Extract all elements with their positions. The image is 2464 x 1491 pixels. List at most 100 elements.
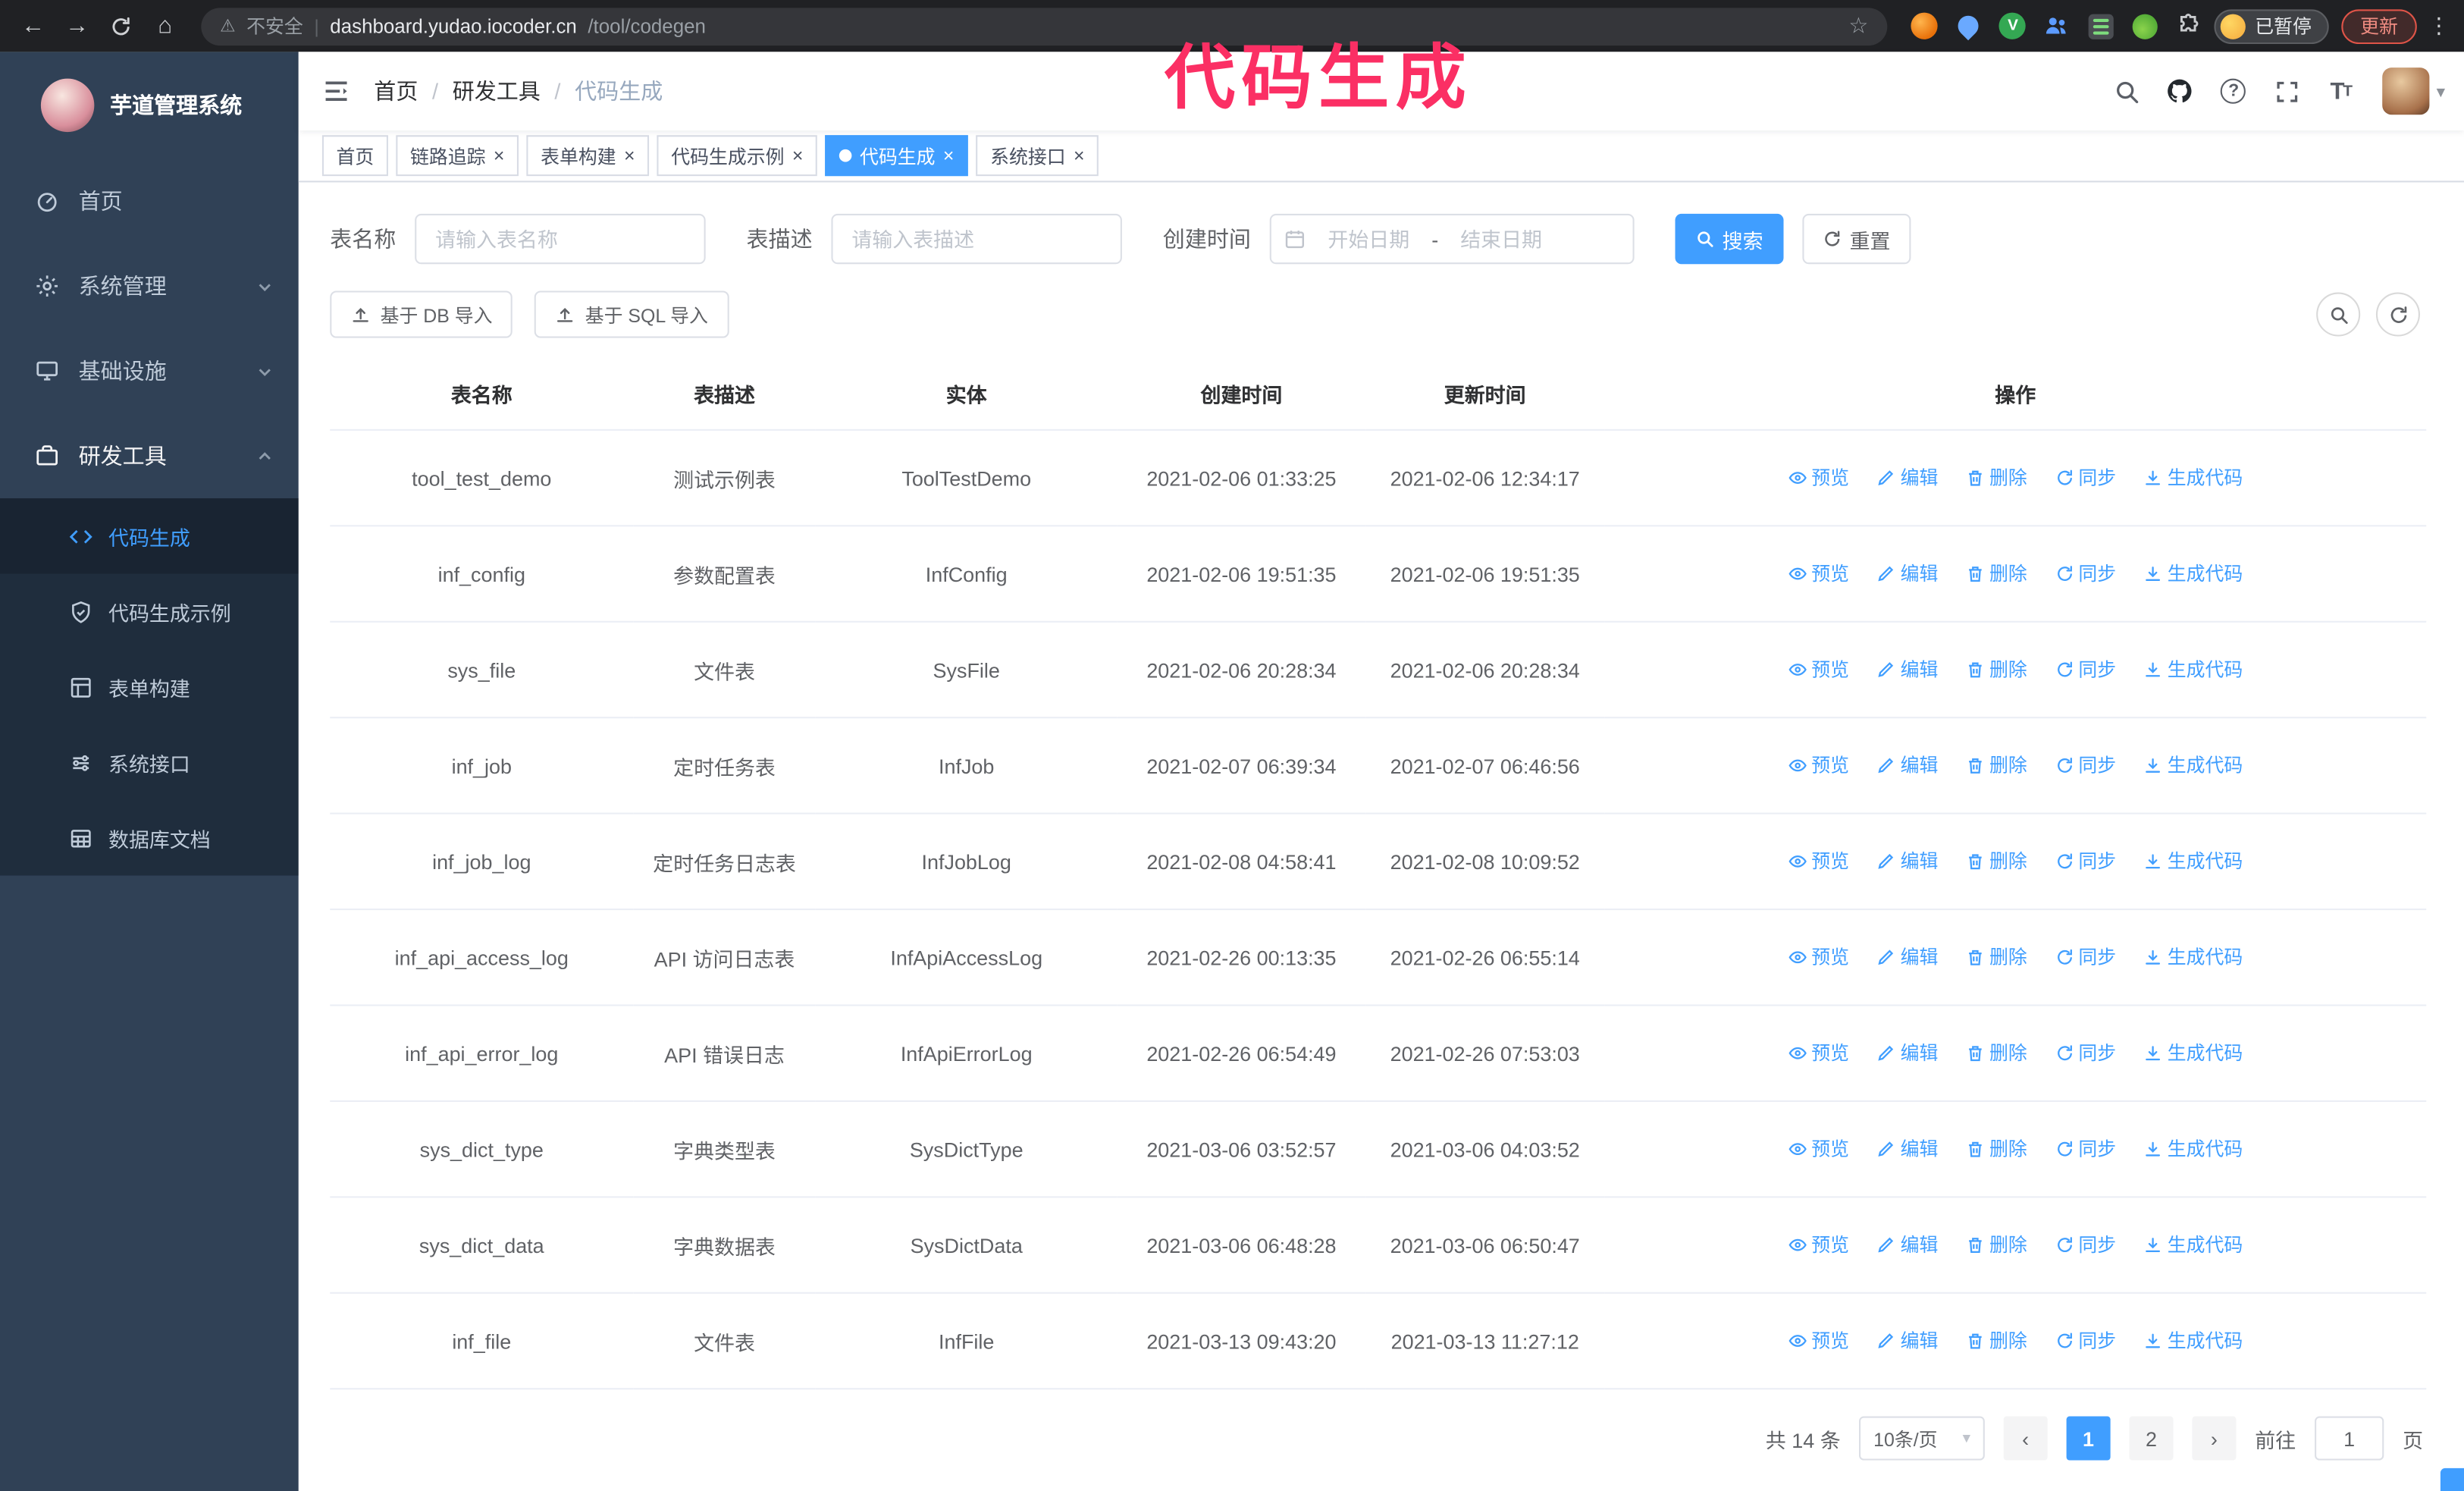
user-avatar[interactable] xyxy=(2383,67,2431,115)
tab-form-builder[interactable]: 表单构建 × xyxy=(526,135,650,177)
sidebar-toggle-icon[interactable] xyxy=(299,52,374,130)
profile-paused-badge[interactable]: 已暂停 xyxy=(2214,8,2329,43)
generate-code-link[interactable]: 生成代码 xyxy=(2144,848,2243,874)
tab-codegen-example[interactable]: 代码生成示例 × xyxy=(657,135,818,177)
browser-update-button[interactable]: 更新 xyxy=(2341,8,2417,43)
extension-leaf-icon[interactable] xyxy=(2129,10,2160,41)
delete-link[interactable]: 删除 xyxy=(1966,943,2027,970)
delete-link[interactable]: 删除 xyxy=(1966,560,2027,586)
toggle-search-button[interactable] xyxy=(2316,292,2361,337)
tab-codegen[interactable]: 代码生成 × xyxy=(825,135,969,177)
generate-code-link[interactable]: 生成代码 xyxy=(2144,656,2243,683)
sidebar-item-home[interactable]: 首页 xyxy=(0,159,299,243)
search-icon[interactable] xyxy=(2100,52,2153,130)
close-icon[interactable]: × xyxy=(792,146,804,165)
sidebar-item-codegen-example[interactable]: 代码生成示例 xyxy=(0,574,299,649)
sync-link[interactable]: 同步 xyxy=(2055,1135,2116,1162)
back-to-top-button[interactable] xyxy=(2440,1467,2464,1491)
tab-home[interactable]: 首页 xyxy=(321,135,388,177)
edit-link[interactable]: 编辑 xyxy=(1877,1327,1938,1354)
goto-page-input[interactable] xyxy=(2315,1416,2384,1461)
browser-home-icon[interactable]: ⌂ xyxy=(145,5,186,46)
close-icon[interactable]: × xyxy=(1074,146,1085,165)
browser-menu-icon[interactable]: ⋮ xyxy=(2426,13,2451,39)
refresh-table-button[interactable] xyxy=(2375,292,2420,337)
browser-back-icon[interactable]: ← xyxy=(13,5,54,46)
preview-link[interactable]: 预览 xyxy=(1788,560,1849,586)
delete-link[interactable]: 删除 xyxy=(1966,848,2027,874)
sidebar-item-db-docs[interactable]: 数据库文档 xyxy=(0,800,299,875)
edit-link[interactable]: 编辑 xyxy=(1877,1135,1938,1162)
tab-trace[interactable]: 链路追踪 × xyxy=(396,135,519,177)
reset-button[interactable]: 重置 xyxy=(1802,213,1911,265)
sync-link[interactable]: 同步 xyxy=(2055,1327,2116,1354)
generate-code-link[interactable]: 生成代码 xyxy=(2144,1327,2243,1354)
extension-people-icon[interactable] xyxy=(2041,10,2072,41)
sidebar-item-form-builder[interactable]: 表单构建 xyxy=(0,649,299,724)
extensions-puzzle-icon[interactable] xyxy=(2173,10,2204,41)
preview-link[interactable]: 预览 xyxy=(1788,1040,1849,1066)
breadcrumb-dev-tools[interactable]: 研发工具 xyxy=(453,75,541,106)
sidebar-item-infrastructure[interactable]: 基础设施 xyxy=(0,328,299,413)
sync-link[interactable]: 同步 xyxy=(2055,848,2116,874)
edit-link[interactable]: 编辑 xyxy=(1877,752,1938,778)
prev-page-button[interactable]: ‹ xyxy=(2003,1416,2048,1461)
edit-link[interactable]: 编辑 xyxy=(1877,560,1938,586)
sidebar-item-codegen[interactable]: 代码生成 xyxy=(0,498,299,574)
bookmark-star-icon[interactable]: ☆ xyxy=(1848,13,1868,39)
generate-code-link[interactable]: 生成代码 xyxy=(2144,560,2243,586)
edit-link[interactable]: 编辑 xyxy=(1877,1231,1938,1257)
page-button-2[interactable]: 2 xyxy=(2129,1416,2174,1461)
edit-link[interactable]: 编辑 xyxy=(1877,656,1938,683)
generate-code-link[interactable]: 生成代码 xyxy=(2144,943,2243,970)
delete-link[interactable]: 删除 xyxy=(1966,1231,2027,1257)
app-logo[interactable]: 芋道管理系统 xyxy=(0,52,299,159)
preview-link[interactable]: 预览 xyxy=(1788,943,1849,970)
preview-link[interactable]: 预览 xyxy=(1788,848,1849,874)
tab-system-api[interactable]: 系统接口 × xyxy=(976,135,1099,177)
fullscreen-icon[interactable] xyxy=(2261,52,2314,130)
edit-link[interactable]: 编辑 xyxy=(1877,943,1938,970)
generate-code-link[interactable]: 生成代码 xyxy=(2144,1040,2243,1066)
close-icon[interactable]: × xyxy=(624,146,635,165)
date-start-input[interactable] xyxy=(1312,227,1425,251)
extension-v-badge-icon[interactable]: V xyxy=(1997,10,2028,41)
browser-refresh-icon[interactable] xyxy=(101,5,142,46)
delete-link[interactable]: 删除 xyxy=(1966,1135,2027,1162)
generate-code-link[interactable]: 生成代码 xyxy=(2144,1231,2243,1257)
delete-link[interactable]: 删除 xyxy=(1966,1040,2027,1066)
next-page-button[interactable]: › xyxy=(2192,1416,2237,1461)
address-bar[interactable]: ⚠ 不安全 | dashboard.yudao.iocoder.cn /tool… xyxy=(201,7,1888,46)
preview-link[interactable]: 预览 xyxy=(1788,1135,1849,1162)
extension-drop-icon[interactable] xyxy=(1953,10,1984,41)
page-size-select[interactable]: 10条/页 ▾ xyxy=(1859,1416,1985,1461)
generate-code-link[interactable]: 生成代码 xyxy=(2144,464,2243,491)
github-icon[interactable] xyxy=(2154,52,2207,130)
preview-link[interactable]: 预览 xyxy=(1788,656,1849,683)
delete-link[interactable]: 删除 xyxy=(1966,656,2027,683)
generate-code-link[interactable]: 生成代码 xyxy=(2144,1135,2243,1162)
edit-link[interactable]: 编辑 xyxy=(1877,464,1938,491)
search-button[interactable]: 搜索 xyxy=(1675,213,1784,265)
sync-link[interactable]: 同步 xyxy=(2055,560,2116,586)
sync-link[interactable]: 同步 xyxy=(2055,656,2116,683)
browser-forward-icon[interactable]: → xyxy=(57,5,98,46)
sync-link[interactable]: 同步 xyxy=(2055,943,2116,970)
import-sql-button[interactable]: 基于 SQL 导入 xyxy=(534,290,729,338)
import-db-button[interactable]: 基于 DB 导入 xyxy=(330,290,513,338)
preview-link[interactable]: 预览 xyxy=(1788,1327,1849,1354)
close-icon[interactable]: × xyxy=(943,146,955,165)
delete-link[interactable]: 删除 xyxy=(1966,1327,2027,1354)
preview-link[interactable]: 预览 xyxy=(1788,1231,1849,1257)
page-button-1[interactable]: 1 xyxy=(2066,1416,2111,1461)
help-icon[interactable]: ? xyxy=(2207,52,2260,130)
edit-link[interactable]: 编辑 xyxy=(1877,848,1938,874)
avatar-caret-icon[interactable]: ▾ xyxy=(2437,81,2445,102)
preview-link[interactable]: 预览 xyxy=(1788,464,1849,491)
sync-link[interactable]: 同步 xyxy=(2055,1040,2116,1066)
sidebar-item-dev-tools[interactable]: 研发工具 xyxy=(0,413,299,498)
sidebar-item-system-api[interactable]: 系统接口 xyxy=(0,725,299,800)
date-range-picker[interactable]: - xyxy=(1269,213,1635,265)
sync-link[interactable]: 同步 xyxy=(2055,464,2116,491)
font-size-icon[interactable]: TT xyxy=(2314,52,2367,130)
